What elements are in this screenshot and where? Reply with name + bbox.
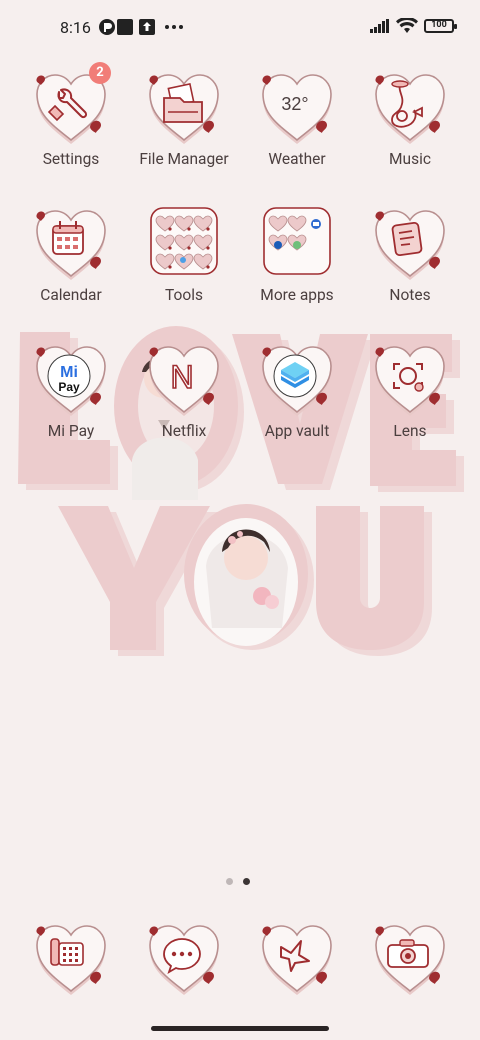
svg-text:Pay: Pay [58,380,80,394]
mi-pay-icon: Mi Pay [36,346,106,416]
app-label: Netflix [161,422,207,440]
page-dot-2[interactable] [243,878,250,885]
svg-text:N: N [170,359,193,395]
folder-more-apps-icon [263,207,331,275]
battery-level: 100 [431,20,447,30]
notification-badge: 2 [89,62,111,84]
dock-phone[interactable] [15,919,127,995]
status-bar: 8:16 100 [0,0,480,56]
settings-icon-tile: 2 [33,62,111,144]
folder-more-apps[interactable]: More apps [241,204,353,304]
app-label: Settings [42,150,100,168]
square-icon [117,19,133,35]
app-label: Notes [389,286,431,304]
app-label: App vault [264,422,330,440]
app-label: Lens [393,422,427,440]
wifi-icon [396,18,418,33]
folder-tools[interactable]: Tools [128,204,240,304]
tools-folder-tile [146,204,222,280]
lens-icon [375,346,445,416]
messages-icon [149,925,219,995]
app-calendar[interactable]: Calendar [15,204,127,304]
app-settings[interactable]: 2 Settings [15,62,127,168]
app-mi-pay[interactable]: Mi Pay Mi Pay [15,340,127,440]
more-apps-folder-tile [259,204,335,280]
calendar-icon-tile [33,204,109,280]
camera-icon-tile [372,919,448,995]
music-icon-tile [372,68,448,144]
bride-illustration [206,529,288,628]
app-label: Music [389,150,431,168]
notes-icon [375,210,445,280]
gesture-nav-bar[interactable] [151,1026,329,1031]
messages-icon-tile [146,919,222,995]
app-vault-icon-tile [259,340,335,416]
browser-icon [262,925,332,995]
phone-icon [36,925,106,995]
more-dots-icon [165,25,183,29]
tuya-icon [99,19,115,35]
app-file-manager[interactable]: File Manager [128,68,240,168]
signal-icon [370,19,389,33]
phone-icon-tile [33,919,109,995]
page-indicator[interactable] [226,878,250,885]
weather-temperature: 32° [281,94,308,114]
app-label: File Manager [139,150,229,168]
calendar-icon [36,210,106,280]
weather-icon: 32° [262,74,332,144]
dock-browser[interactable] [241,919,353,995]
music-icon [375,74,445,144]
upload-icon [139,19,155,35]
battery-icon: 100 [424,19,457,33]
app-lens[interactable]: Lens [354,340,466,440]
app-vault[interactable]: App vault [241,340,353,440]
dock-messages[interactable] [128,919,240,995]
app-notes[interactable]: Notes [354,204,466,304]
app-music[interactable]: Music [354,68,466,168]
notes-icon-tile [372,204,448,280]
app-label: Calendar [40,286,102,304]
browser-icon-tile [259,919,335,995]
folder-tools-icon [150,207,218,275]
dock-camera[interactable] [354,919,466,995]
dock [0,915,480,995]
weather-icon-tile: 32° [259,68,335,144]
mi-pay-icon-tile: Mi Pay [33,340,109,416]
app-label: Mi Pay [47,422,95,440]
netflix-icon: N [149,346,219,416]
folder-icon [149,74,219,144]
app-weather[interactable]: 32° Weather [241,68,353,168]
netflix-icon-tile: N [146,340,222,416]
file-manager-icon-tile [146,68,222,144]
app-netflix[interactable]: N Netflix [128,340,240,440]
lens-icon-tile [372,340,448,416]
status-time: 8:16 [60,18,91,37]
app-vault-icon [262,346,332,416]
svg-text:Mi: Mi [60,364,78,381]
app-label: Tools [165,286,203,304]
camera-icon [375,925,445,995]
app-label: Weather [268,150,326,168]
app-label: More apps [260,286,334,304]
page-dot-1[interactable] [226,878,233,885]
